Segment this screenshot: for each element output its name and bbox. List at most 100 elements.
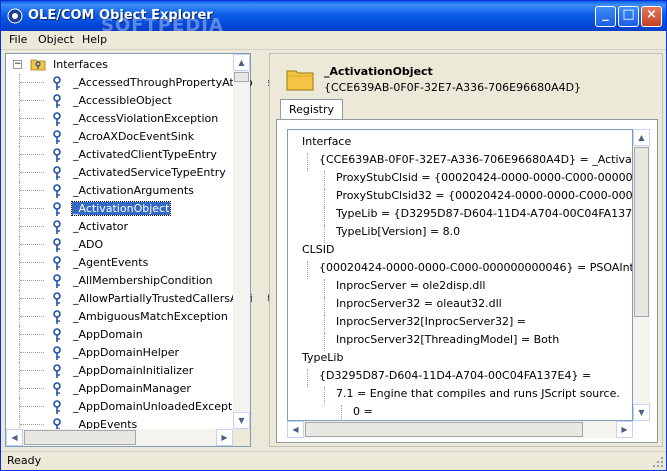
menu-object[interactable]: Object [38, 33, 74, 46]
tree-item[interactable]: _ActivationArguments [10, 182, 250, 200]
scroll-up-icon[interactable]: ▲ [233, 54, 250, 71]
tab-registry[interactable]: Registry [280, 99, 343, 120]
tree-line [19, 182, 20, 200]
registry-horizontal-scrollbar[interactable]: ◀ ▶ [287, 421, 633, 438]
tree-line [19, 272, 20, 290]
tree-line [19, 344, 20, 362]
tree-line [19, 146, 20, 164]
registry-line: InprocServer32[ThreadingModel] = Both [324, 333, 559, 351]
tree-item[interactable]: _ActivationObject [10, 200, 250, 218]
tree-item[interactable]: _AllowPartiallyTrustedCallersAttribute [10, 290, 279, 308]
registry-line: InprocServer = ole2disp.dll [324, 279, 485, 297]
tree-item-label: _Activator [73, 220, 129, 233]
scroll-up-icon[interactable]: ▲ [633, 129, 650, 146]
registry-line: TypeLib [302, 351, 344, 364]
tree-line [19, 290, 20, 308]
tree-line [324, 387, 325, 405]
tree-item[interactable]: _AmbiguousMatchException [10, 308, 250, 326]
registry-line: 7.1 = Engine that compiles and runs JScr… [324, 387, 620, 405]
tree-item-label: _AppDomainHelper [73, 346, 180, 359]
registry-line: {CCE639AB-0F0F-32E7-A336-706E96680A4D} =… [307, 153, 632, 171]
menu-help[interactable]: Help [82, 33, 107, 46]
minimize-button[interactable]: _ [595, 6, 616, 27]
key-icon [53, 256, 61, 270]
registry-line: ProxyStubClsid = {00020424-0000-0000-C00… [324, 171, 632, 189]
tree-item[interactable]: _AllMembershipCondition [10, 272, 250, 290]
tree-line [20, 100, 44, 101]
status-bar: Ready [1, 451, 666, 470]
key-icon [53, 184, 61, 198]
key-icon [53, 148, 61, 162]
tree-line [20, 424, 44, 425]
tree-item[interactable]: _ADO [10, 236, 250, 254]
key-icon [53, 202, 61, 216]
tree-line [20, 226, 44, 227]
tree-item[interactable]: _Activator [10, 218, 250, 236]
tree-line [324, 225, 325, 243]
tree-vertical-scrollbar[interactable]: ▲ ▼ [233, 54, 250, 429]
tree-line [324, 279, 325, 297]
registry-line: TypeLib = {D3295D87-D604-11D4-A704-00C04… [324, 207, 632, 225]
registry-line: InprocServer32 = oleaut32.dll [324, 297, 502, 315]
tree-item-label: _AgentEvents [73, 256, 149, 269]
scroll-left-icon[interactable]: ◀ [6, 429, 23, 446]
maximize-button[interactable]: □ [618, 6, 639, 27]
tree-item[interactable]: _AppDomainHelper [10, 344, 250, 362]
registry-vertical-scrollbar[interactable]: ▲ ▼ [633, 129, 650, 421]
close-button[interactable]: × [641, 6, 662, 27]
tree-item-label: _AccessViolationException [73, 112, 219, 125]
tree-item[interactable]: _AppDomainInitializer [10, 362, 250, 380]
tree-item[interactable]: _ActivatedClientTypeEntry [10, 146, 250, 164]
scroll-thumb[interactable] [305, 422, 583, 437]
scroll-right-icon[interactable]: ▶ [216, 429, 233, 446]
status-text: Ready [7, 454, 42, 467]
tree-line [324, 207, 325, 225]
key-icon [53, 382, 61, 396]
key-icon [53, 292, 61, 306]
menu-file[interactable]: File [9, 33, 27, 46]
tree-line [20, 298, 44, 299]
registry-line: {00020424-0000-0000-C000-000000000046} =… [307, 261, 632, 279]
scroll-left-icon[interactable]: ◀ [287, 421, 304, 438]
tree-item[interactable]: _AccessViolationException [10, 110, 250, 128]
interfaces-tree[interactable]: − Interfaces _AccessedThroughPropertyAtt… [5, 53, 279, 447]
registry-tab-page: Interface {CCE639AB-0F0F-32E7-A336-706E96… [276, 119, 658, 443]
tree-line [324, 315, 325, 333]
key-icon [53, 346, 61, 360]
tree-line [20, 352, 44, 353]
tree-item[interactable]: _AccessibleObject [10, 92, 250, 110]
tree-line [19, 110, 20, 128]
pane-splitter[interactable] [252, 53, 268, 447]
tree-line [19, 164, 20, 182]
registry-view[interactable]: Interface {CCE639AB-0F0F-32E7-A336-706E96… [287, 129, 633, 421]
tree-item[interactable]: _ActivatedServiceTypeEntry [10, 164, 250, 182]
scroll-thumb[interactable] [234, 72, 249, 82]
tree-item[interactable]: _AppDomainUnloadedException [10, 398, 250, 416]
scroll-down-icon[interactable]: ▼ [233, 412, 250, 429]
tree-item[interactable]: _AppDomain [10, 326, 250, 344]
tree-line [20, 334, 44, 335]
tree-item[interactable]: _AccessedThroughPropertyAttribute [10, 74, 271, 92]
tree-item-label: _ActivationArguments [73, 184, 194, 197]
scroll-thumb[interactable] [634, 147, 649, 317]
scroll-right-icon[interactable]: ▶ [616, 421, 633, 438]
tree-item-label: _AppDomainInitializer [73, 364, 194, 377]
tree-line [324, 333, 325, 351]
tree-item-label: _AppDomainManager [73, 382, 191, 395]
collapse-icon[interactable]: − [13, 60, 22, 69]
scroll-down-icon[interactable]: ▼ [633, 404, 650, 421]
tree-item[interactable]: _AppDomainManager [10, 380, 250, 398]
tree-item[interactable]: _AcroAXDocEventSink [10, 128, 250, 146]
tree-item-label: _ActivatedServiceTypeEntry [73, 166, 226, 179]
tree-line [19, 326, 20, 344]
tree-line [307, 153, 308, 171]
key-icon [53, 112, 61, 126]
tree-line [20, 316, 44, 317]
tree-horizontal-scrollbar[interactable]: ◀ ▶ [6, 429, 233, 446]
title-bar[interactable]: OLE/COM Object Explorer SOFTPEDIA _ □ × [1, 1, 666, 36]
scroll-thumb[interactable] [24, 430, 136, 445]
resize-grip-icon[interactable] [652, 456, 664, 468]
tree-line [307, 261, 308, 279]
tree-item[interactable]: _AgentEvents [10, 254, 250, 272]
key-icon [53, 130, 61, 144]
